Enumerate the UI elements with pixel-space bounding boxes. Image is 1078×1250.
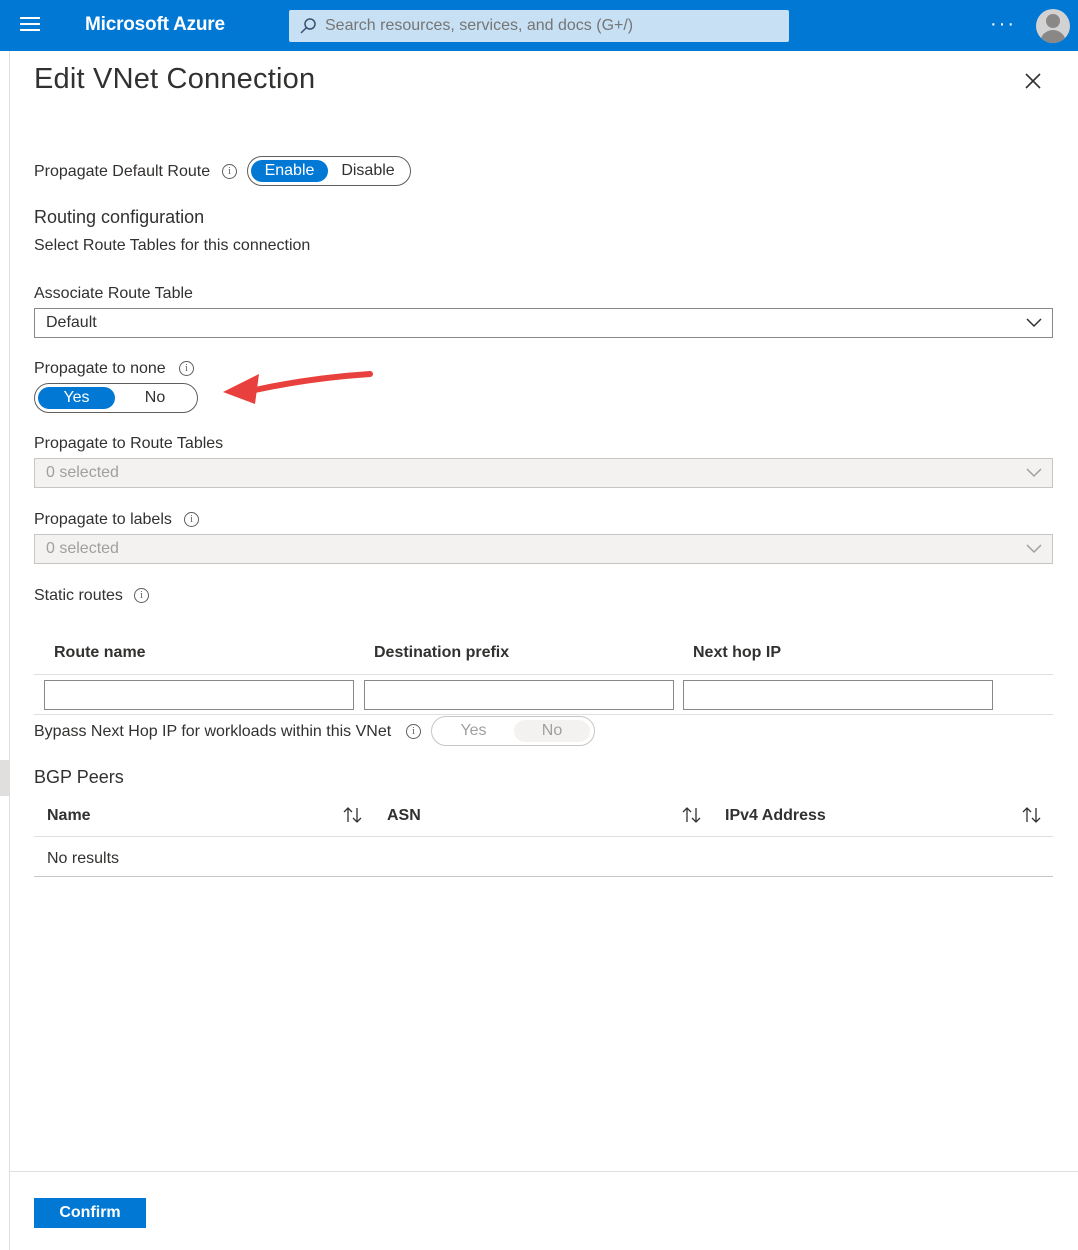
column-destination-prefix: Destination prefix (374, 644, 510, 661)
yes-option[interactable]: Yes (435, 720, 512, 742)
sort-icon[interactable] (681, 806, 703, 824)
blade-edge (0, 760, 9, 796)
next-hop-ip-input[interactable] (683, 680, 993, 710)
no-option[interactable]: No (514, 720, 590, 742)
page-title: Edit VNet Connection (34, 63, 316, 95)
edit-panel (9, 51, 1078, 1250)
avatar[interactable] (1036, 9, 1070, 43)
propagate-to-labels-value: 0 selected (46, 540, 119, 557)
route-name-input[interactable] (44, 680, 354, 710)
disable-option[interactable]: Disable (330, 160, 406, 182)
propagate-default-route-label: Propagate Default Route (34, 163, 211, 180)
associate-route-table-value: Default (46, 314, 97, 331)
info-icon[interactable]: i (184, 512, 199, 527)
chevron-down-icon (1026, 544, 1042, 554)
destination-prefix-input[interactable] (364, 680, 674, 710)
associate-route-table-dropdown[interactable]: Default (34, 308, 1053, 338)
bypass-next-hop-label: Bypass Next Hop IP for workloads within … (34, 723, 392, 740)
chevron-down-icon (1026, 318, 1042, 328)
column-asn[interactable]: ASN (387, 807, 421, 825)
chevron-down-icon (1026, 468, 1042, 478)
info-icon[interactable]: i (222, 164, 237, 179)
column-ipv4-address[interactable]: IPv4 Address (725, 807, 826, 825)
close-icon[interactable] (1022, 70, 1044, 92)
annotation-arrow-icon (223, 371, 373, 404)
divider (34, 674, 1053, 675)
divider (34, 714, 1053, 715)
column-next-hop-ip: Next hop IP (693, 644, 782, 661)
info-icon[interactable]: i (134, 588, 149, 603)
enable-option[interactable]: Enable (251, 160, 328, 182)
column-route-name: Route name (54, 644, 146, 661)
hamburger-menu-icon[interactable] (20, 17, 40, 33)
bypass-next-hop-toggle[interactable]: Yes No (431, 716, 595, 746)
static-routes-label: Static routes (34, 587, 123, 604)
divider (34, 836, 1053, 837)
propagate-to-route-tables-label: Propagate to Route Tables (34, 435, 224, 452)
search-input[interactable] (325, 10, 765, 42)
propagate-to-route-tables-value: 0 selected (46, 464, 119, 481)
info-icon[interactable]: i (406, 724, 421, 739)
propagate-to-labels-dropdown[interactable]: 0 selected (34, 534, 1053, 564)
brand-title[interactable]: Microsoft Azure (85, 14, 225, 36)
info-icon[interactable]: i (179, 361, 194, 376)
no-results-text: No results (47, 850, 120, 867)
more-options-icon[interactable]: ··· (990, 13, 1016, 36)
top-bar: Microsoft Azure ··· (0, 0, 1078, 51)
propagate-default-route-toggle[interactable]: Enable Disable (247, 156, 411, 186)
propagate-to-route-tables-dropdown[interactable]: 0 selected (34, 458, 1053, 488)
confirm-button[interactable]: Confirm (34, 1198, 146, 1228)
bgp-peers-heading: BGP Peers (34, 767, 124, 787)
divider (34, 876, 1053, 877)
search-icon (300, 18, 316, 34)
routing-configuration-heading: Routing configuration (34, 207, 205, 227)
routing-configuration-subheading: Select Route Tables for this connection (34, 237, 311, 254)
footer-divider (9, 1171, 1078, 1172)
no-option[interactable]: No (117, 387, 193, 409)
yes-option[interactable]: Yes (38, 387, 115, 409)
sort-icon[interactable] (1021, 806, 1043, 824)
propagate-to-none-label: Propagate to none (34, 360, 166, 377)
sort-icon[interactable] (342, 806, 364, 824)
column-name[interactable]: Name (47, 807, 91, 825)
propagate-to-none-toggle[interactable]: Yes No (34, 383, 198, 413)
search-box[interactable] (289, 10, 789, 42)
propagate-to-labels-label: Propagate to labels (34, 511, 172, 528)
associate-route-table-label: Associate Route Table (34, 285, 193, 302)
